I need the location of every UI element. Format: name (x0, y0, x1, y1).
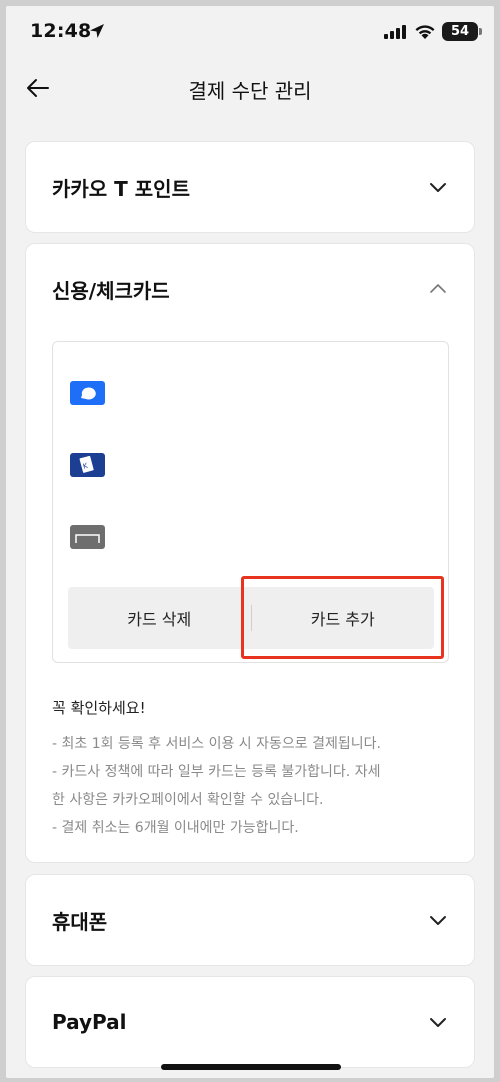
section-title: 휴대폰 (52, 909, 108, 934)
gray-card-icon[interactable] (69, 524, 109, 550)
top-app-bar: 결제 수단 관리 (6, 58, 494, 118)
section-header[interactable]: 신용/체크카드 (52, 244, 448, 334)
section-title: PayPal (52, 1010, 127, 1034)
notice-line: - 카드사 정책에 따라 일부 카드는 등록 불가합니다. 자세 (52, 764, 381, 780)
chevron-up-icon (430, 284, 446, 293)
section-phone[interactable]: 휴대폰 (25, 874, 475, 966)
navy-card-icon[interactable]: K (69, 452, 109, 478)
cellular-signal-icon (384, 25, 406, 39)
section-header[interactable]: PayPal (52, 977, 448, 1067)
home-indicator (161, 1064, 341, 1070)
notice-line: - 최초 1회 등록 후 서비스 이용 시 자동으로 결제됩니다. (52, 736, 381, 752)
battery-indicator: 54 (442, 22, 482, 41)
card-actions: 카드 삭제 카드 추가 (68, 587, 434, 649)
delete-card-button[interactable]: 카드 삭제 (68, 587, 251, 649)
blue-speech-card-icon[interactable] (69, 380, 109, 406)
section-title: 카카오 T 포인트 (52, 176, 190, 201)
status-time: 12:48 (30, 20, 92, 42)
notice-title: 꼭 확인하세요! (52, 699, 146, 717)
page-title: 결제 수단 관리 (188, 79, 312, 103)
notice-list: - 최초 1회 등록 후 서비스 이용 시 자동으로 결제됩니다. - 카드사 … (52, 730, 462, 842)
chevron-down-icon (430, 916, 446, 925)
chevron-down-icon (430, 183, 446, 192)
section-title: 신용/체크카드 (52, 278, 170, 303)
notice-line: - 결제 취소는 6개월 이내에만 가능합니다. (52, 820, 299, 836)
wifi-icon (415, 25, 435, 39)
chevron-down-icon (430, 1018, 446, 1027)
section-credit-check-card: 신용/체크카드 K 카드 삭제 카드 추가 꼭 확인하세요! - 최초 1회 등… (25, 243, 475, 863)
notice-line: 한 사항은 카카오페이에서 확인할 수 있습니다. (52, 792, 324, 808)
battery-level: 54 (450, 24, 470, 39)
status-bar: 12:48 54 (6, 6, 494, 58)
registered-cards-panel: K 카드 삭제 카드 추가 (52, 341, 449, 663)
section-header[interactable]: 휴대폰 (52, 875, 448, 965)
location-arrow-icon (90, 24, 104, 38)
section-header[interactable]: 카카오 T 포인트 (52, 142, 448, 232)
section-kakao-t-point[interactable]: 카카오 T 포인트 (25, 141, 475, 233)
section-paypal[interactable]: PayPal (25, 976, 475, 1068)
add-card-button[interactable]: 카드 추가 (252, 587, 435, 649)
phone-screen: 12:48 54 결제 수단 관리 카카오 T 포인트 신용/체크카드 K 카드… (6, 6, 494, 1078)
